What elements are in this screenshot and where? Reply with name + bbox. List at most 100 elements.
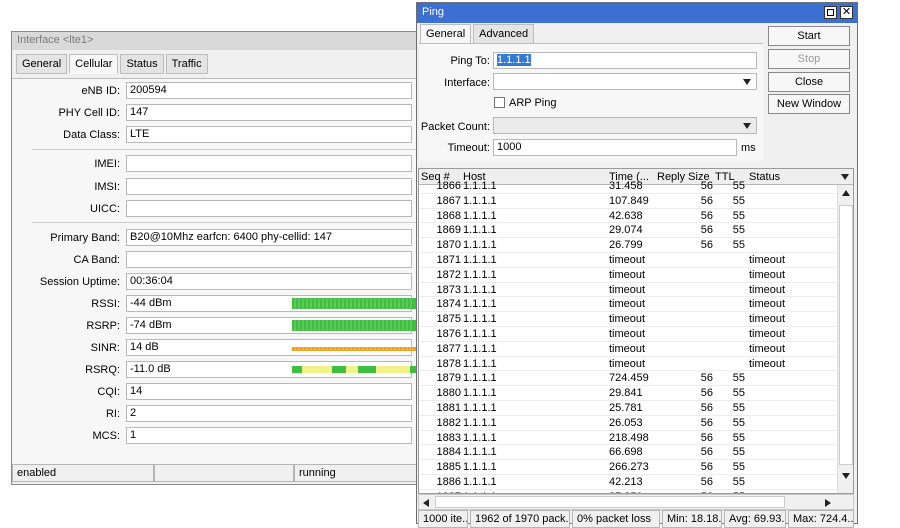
host-cell: 1.1.1.1 bbox=[463, 254, 497, 266]
stop-button[interactable]: Stop bbox=[768, 49, 850, 69]
timeout-unit: ms bbox=[741, 142, 756, 154]
mcs-field[interactable]: 1 bbox=[126, 427, 412, 444]
interface-select[interactable] bbox=[493, 73, 757, 90]
scroll-right-icon[interactable] bbox=[825, 499, 831, 507]
host-cell: 1.1.1.1 bbox=[463, 313, 497, 326]
timeout-input[interactable]: 1000 bbox=[493, 139, 737, 156]
status-cell: timeout bbox=[749, 254, 786, 266]
table-row[interactable]: 1886 1.1.1.1 42.213 56 55 bbox=[419, 475, 837, 490]
table-row[interactable]: 1878 1.1.1.1 timeout timeout bbox=[419, 357, 837, 372]
sinr-label: SINR: bbox=[90, 342, 120, 354]
interface-tabs: General Cellular Status Traffic bbox=[12, 54, 422, 74]
time-cell: timeout bbox=[609, 298, 646, 311]
table-row[interactable]: 1872 1.1.1.1 timeout timeout bbox=[419, 268, 837, 283]
host-cell: 1.1.1.1 bbox=[463, 476, 497, 488]
arp-ping-checkbox[interactable] bbox=[494, 97, 505, 108]
host-cell: 1.1.1.1 bbox=[463, 180, 497, 192]
time-cell: 31.458 bbox=[609, 180, 643, 192]
enb-id-label: eNB ID: bbox=[81, 85, 120, 97]
tab-status[interactable]: Status bbox=[120, 54, 164, 74]
seq-cell: 1871 bbox=[436, 254, 461, 266]
imei-field[interactable] bbox=[126, 155, 412, 172]
table-row[interactable]: 1881 1.1.1.1 25.781 56 55 bbox=[419, 401, 837, 416]
status-cell: timeout bbox=[749, 268, 786, 281]
tab-ping-general[interactable]: General bbox=[420, 24, 472, 44]
ttl-cell: 55 bbox=[732, 372, 745, 385]
scroll-down-icon[interactable] bbox=[842, 473, 850, 479]
rssi-label: RSSI: bbox=[91, 298, 120, 310]
seq-cell: 1879 bbox=[436, 372, 461, 385]
table-row[interactable]: 1874 1.1.1.1 timeout timeout bbox=[419, 297, 837, 313]
table-row[interactable]: 1875 1.1.1.1 timeout timeout bbox=[419, 312, 837, 327]
table-row[interactable]: 1873 1.1.1.1 timeout timeout bbox=[419, 283, 837, 298]
ttl-cell: 55 bbox=[732, 416, 745, 429]
table-row[interactable]: 1882 1.1.1.1 26.053 56 55 bbox=[419, 416, 837, 431]
hscrollbar-thumb[interactable] bbox=[435, 496, 785, 508]
rsrp-label: RSRP: bbox=[86, 320, 120, 332]
rsrp-meter bbox=[292, 320, 416, 331]
horizontal-scrollbar[interactable] bbox=[418, 494, 854, 510]
phy-cell-id-field[interactable]: 147 bbox=[126, 104, 412, 121]
ping-to-label: Ping To: bbox=[450, 55, 490, 67]
host-cell: 1.1.1.1 bbox=[463, 298, 497, 311]
tab-traffic[interactable]: Traffic bbox=[165, 54, 208, 74]
table-row[interactable]: 1880 1.1.1.1 29.841 56 55 bbox=[419, 386, 837, 401]
enb-id-field[interactable]: 200594 bbox=[126, 82, 412, 99]
seq-cell: 1883 bbox=[436, 431, 461, 444]
ttl-cell: 55 bbox=[732, 431, 745, 444]
status-cell: timeout bbox=[749, 298, 786, 311]
table-row[interactable]: 1884 1.1.1.1 66.698 56 55 bbox=[419, 445, 837, 461]
table-row[interactable]: 1876 1.1.1.1 timeout timeout bbox=[419, 327, 837, 342]
imsi-field[interactable] bbox=[126, 178, 412, 195]
start-button[interactable]: Start bbox=[768, 26, 850, 46]
close-button[interactable]: Close bbox=[768, 72, 850, 92]
ping-window-titlebar[interactable]: Ping ✕ bbox=[417, 3, 857, 23]
close-icon[interactable]: ✕ bbox=[840, 6, 853, 19]
data-class-field[interactable]: LTE bbox=[126, 126, 412, 143]
table-row[interactable]: 1868 1.1.1.1 42.638 56 55 bbox=[419, 209, 837, 224]
ttl-cell: 55 bbox=[732, 476, 745, 488]
primary-band-field[interactable]: B20@10Mhz earfcn: 6400 phy-cellid: 147 bbox=[126, 229, 412, 246]
scrollbar-thumb[interactable] bbox=[839, 205, 853, 465]
session-uptime-field[interactable]: 00:36:04 bbox=[126, 273, 412, 290]
vertical-scrollbar[interactable] bbox=[837, 185, 853, 493]
reply-size-cell: 56 bbox=[700, 209, 713, 222]
scroll-left-icon[interactable] bbox=[423, 499, 429, 507]
table-row[interactable]: 1885 1.1.1.1 266.273 56 55 bbox=[419, 460, 837, 475]
table-row[interactable]: 1866 1.1.1.1 31.458 56 55 bbox=[419, 179, 837, 194]
ca-band-field[interactable] bbox=[126, 251, 412, 268]
ri-field[interactable]: 2 bbox=[126, 405, 412, 422]
status-cell: timeout bbox=[749, 357, 786, 370]
reply-size-cell: 56 bbox=[700, 476, 713, 488]
tab-ping-advanced[interactable]: Advanced bbox=[473, 24, 535, 44]
interface-window-title: Interface <lte1> bbox=[17, 34, 94, 46]
tab-cellular[interactable]: Cellular bbox=[69, 54, 119, 74]
cqi-field[interactable]: 14 bbox=[126, 383, 412, 400]
time-cell: timeout bbox=[609, 342, 646, 355]
table-row[interactable]: 1867 1.1.1.1 107.849 56 55 bbox=[419, 194, 837, 209]
interface-window-titlebar[interactable]: Interface <lte1> bbox=[12, 32, 422, 50]
restore-icon[interactable] bbox=[824, 6, 837, 19]
new-window-button[interactable]: New Window bbox=[768, 94, 850, 114]
table-row[interactable]: 1879 1.1.1.1 724.459 56 55 bbox=[419, 371, 837, 387]
ttl-cell: 55 bbox=[732, 402, 745, 414]
tab-general[interactable]: General bbox=[16, 54, 68, 74]
table-row[interactable]: 1871 1.1.1.1 timeout timeout bbox=[419, 253, 837, 268]
ping-to-input[interactable]: 1.1.1.1 bbox=[493, 52, 757, 69]
uicc-field[interactable] bbox=[126, 200, 412, 217]
rsrq-label: RSRQ: bbox=[85, 364, 120, 376]
time-cell: 66.698 bbox=[609, 446, 643, 459]
seq-cell: 1867 bbox=[436, 194, 461, 207]
packet-count-select[interactable] bbox=[493, 117, 757, 134]
table-row[interactable]: 1877 1.1.1.1 timeout timeout bbox=[419, 342, 837, 357]
table-row[interactable]: 1883 1.1.1.1 218.498 56 55 bbox=[419, 431, 837, 446]
table-row[interactable]: 1869 1.1.1.1 29.074 56 55 bbox=[419, 223, 837, 239]
scroll-up-icon[interactable] bbox=[842, 190, 850, 196]
seq-cell: 1873 bbox=[436, 283, 461, 296]
column-menu-arrow-icon[interactable] bbox=[841, 174, 849, 180]
ri-label: RI: bbox=[105, 408, 120, 420]
seq-cell: 1866 bbox=[436, 180, 461, 192]
seq-cell: 1882 bbox=[436, 416, 461, 429]
host-cell: 1.1.1.1 bbox=[463, 387, 497, 400]
table-row[interactable]: 1870 1.1.1.1 26.799 56 55 bbox=[419, 238, 837, 253]
